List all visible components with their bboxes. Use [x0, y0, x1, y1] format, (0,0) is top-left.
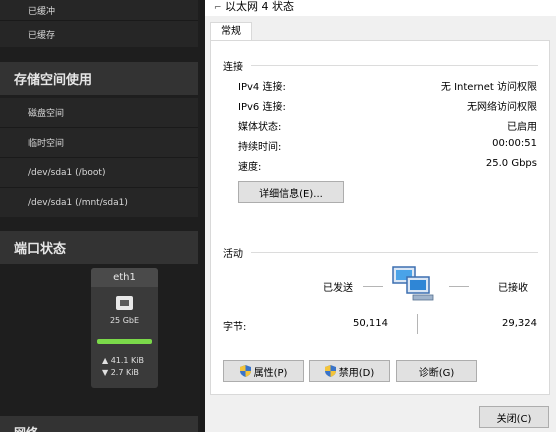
- received-label: 已接收: [498, 283, 528, 294]
- speed-value: 25.0 Gbps: [485, 158, 537, 169]
- ipv6-label: IPv6 连接:: [238, 102, 286, 113]
- diagnose-button-label: 诊断(G): [418, 367, 455, 379]
- storage-section-header: 存储空间使用: [0, 62, 198, 95]
- dialog-title: 以太网 4 状态: [225, 0, 294, 13]
- status-side-panel: 已缓冲 已缓存 存储空间使用 磁盘空间 临时空间 /dev/sda1 (/boo…: [0, 0, 200, 432]
- bytes-sent-value: 50,114: [353, 318, 388, 329]
- keyboard: [412, 294, 434, 301]
- media-state-value: 已启用: [507, 122, 537, 133]
- shield-quarter-top: [239, 365, 246, 371]
- cached-item: 已缓存: [0, 20, 198, 47]
- network-activity-icon: [392, 266, 434, 301]
- properties-button[interactable]: 属性(P): [223, 360, 304, 382]
- storage-item-mnt: /dev/sda1 (/mnt/sda1): [0, 187, 198, 217]
- port-name: eth1: [91, 268, 158, 287]
- uac-shield-icon: [239, 365, 251, 377]
- port-rx-stat: ▼ 2.7 KiB: [102, 368, 139, 377]
- buffered-label: 已缓冲: [28, 6, 56, 17]
- ipv6-value: 无网络访问权限: [467, 102, 537, 113]
- general-tab-panel: 连接 IPv4 连接: 无 Internet 访问权限 IPv6 连接: 无网络…: [210, 40, 550, 395]
- dialog-titlebar: ⌐ 以太网 4 状态: [205, 0, 556, 16]
- network-section-title: 网络: [14, 424, 38, 432]
- bytes-received-value: 29,324: [502, 318, 537, 329]
- port-speed: 25 GbE: [109, 316, 140, 325]
- storage-item-disk: 磁盘空间: [0, 98, 198, 127]
- duration-label: 持续时间:: [238, 142, 282, 153]
- bytes-divider: [417, 314, 418, 334]
- activity-heading: 活动: [223, 249, 243, 260]
- storage-item-label: /dev/sda1 (/mnt/sda1): [28, 197, 128, 208]
- storage-item-label: 磁盘空间: [28, 109, 65, 119]
- shield-quarter-bottom: [245, 371, 251, 377]
- buffered-item: 已缓冲: [0, 0, 198, 20]
- shield-quarter-top: [324, 365, 331, 371]
- storage-item-temp: 临时空间: [0, 127, 198, 157]
- sent-divider: [363, 286, 383, 287]
- uac-shield-icon: [324, 365, 336, 377]
- duration-value: 00:00:51: [492, 138, 537, 149]
- close-button-label: 关闭(C): [496, 413, 532, 425]
- received-divider: [449, 286, 469, 287]
- media-state-label: 媒体状态:: [238, 122, 282, 133]
- storage-item-label: 临时空间: [28, 139, 65, 149]
- details-button[interactable]: 详细信息(E)...: [238, 181, 344, 203]
- port-link-bar: [97, 339, 152, 344]
- details-button-label: 详细信息(E)...: [259, 188, 323, 200]
- port-tx-stat: ▲ 41.1 KiB: [102, 356, 145, 365]
- port-card-eth1[interactable]: eth1 25 GbE ▲ 41.1 KiB ▼ 2.7 KiB: [91, 268, 158, 388]
- close-button[interactable]: 关闭(C): [479, 406, 549, 428]
- disable-button[interactable]: 禁用(D): [309, 360, 390, 382]
- tab-general[interactable]: 常规: [210, 22, 252, 40]
- port-section-header: 端口状态: [0, 231, 198, 264]
- monitor-front-screen: [410, 280, 426, 290]
- properties-button-label: 属性(P): [253, 367, 288, 379]
- ipv4-label: IPv4 连接:: [238, 82, 286, 93]
- ethernet-status-dialog: ⌐ 以太网 4 状态 常规 连接 IPv4 连接: 无 Internet 访问权…: [205, 0, 556, 432]
- connection-heading: 连接: [223, 62, 243, 73]
- ipv4-value: 无 Internet 访问权限: [440, 82, 537, 93]
- activity-divider: [251, 252, 538, 253]
- storage-item-label: /dev/sda1 (/boot): [28, 167, 106, 178]
- storage-item-boot: /dev/sda1 (/boot): [0, 157, 198, 187]
- storage-section-title: 存储空间使用: [14, 73, 93, 88]
- cached-label: 已缓存: [28, 30, 56, 41]
- port-section-title: 端口状态: [14, 242, 67, 257]
- connection-divider: [251, 65, 538, 66]
- diagnose-button[interactable]: 诊断(G): [396, 360, 477, 382]
- network-adapter-icon: ⌐: [214, 3, 222, 13]
- bytes-label: 字节:: [223, 322, 247, 333]
- disable-button-label: 禁用(D): [338, 367, 375, 379]
- sent-label: 已发送: [323, 283, 353, 294]
- network-section-header-partial: 网络: [0, 416, 198, 432]
- ethernet-port-icon: [116, 296, 133, 310]
- speed-label: 速度:: [238, 162, 262, 173]
- shield-quarter-bottom: [330, 371, 336, 377]
- tab-strip: 常规: [205, 16, 556, 40]
